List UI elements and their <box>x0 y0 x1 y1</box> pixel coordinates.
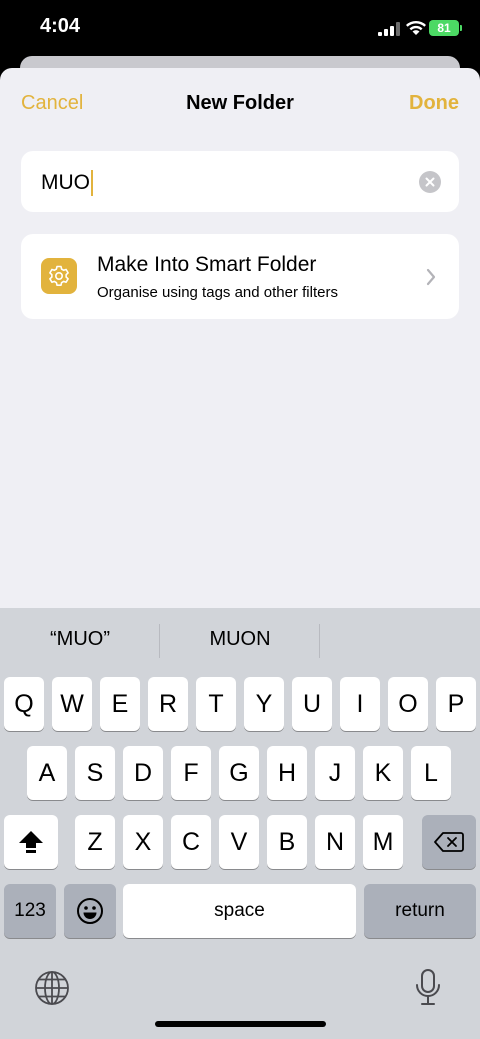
key-r[interactable]: R <box>148 677 188 731</box>
emoji-icon[interactable] <box>64 884 116 938</box>
key-m[interactable]: M <box>363 815 403 869</box>
suggestion-2[interactable]: MUON <box>160 628 320 651</box>
smart-folder-subtitle: Organise using tags and other filters <box>97 284 338 301</box>
key-a[interactable]: A <box>27 746 67 800</box>
key-x[interactable]: X <box>123 815 163 869</box>
gear-icon <box>41 258 77 294</box>
key-y[interactable]: Y <box>244 677 284 731</box>
key-k[interactable]: K <box>363 746 403 800</box>
key-b[interactable]: B <box>267 815 307 869</box>
key-f[interactable]: F <box>171 746 211 800</box>
page-title: New Folder <box>186 92 294 114</box>
key-t[interactable]: T <box>196 677 236 731</box>
chevron-right-icon <box>426 268 436 286</box>
folder-name-value: MUO <box>41 171 90 194</box>
delete-icon[interactable] <box>422 815 476 869</box>
key-q[interactable]: Q <box>4 677 44 731</box>
folder-name-field[interactable]: MUO <box>21 151 459 212</box>
smart-folder-title: Make Into Smart Folder <box>97 253 317 276</box>
wifi-icon <box>406 21 426 35</box>
text-caret <box>91 170 93 196</box>
key-h[interactable]: H <box>267 746 307 800</box>
key-d[interactable]: D <box>123 746 163 800</box>
key-s[interactable]: S <box>75 746 115 800</box>
shift-icon[interactable] <box>4 815 58 869</box>
clear-icon[interactable] <box>419 171 441 193</box>
suggestion-divider <box>319 624 320 658</box>
key-l[interactable]: L <box>411 746 451 800</box>
key-j[interactable]: J <box>315 746 355 800</box>
key-p[interactable]: P <box>436 677 476 731</box>
key-g[interactable]: G <box>219 746 259 800</box>
battery-icon: 81 <box>429 20 462 36</box>
key-v[interactable]: V <box>219 815 259 869</box>
make-smart-folder-row[interactable]: Make Into Smart Folder Organise using ta… <box>21 234 459 319</box>
key-u[interactable]: U <box>292 677 332 731</box>
key-o[interactable]: O <box>388 677 428 731</box>
keyboard: “MUO” MUON Q W E R T Y U I O P A S D F G… <box>0 608 480 1039</box>
key-e[interactable]: E <box>100 677 140 731</box>
key-z[interactable]: Z <box>75 815 115 869</box>
signal-icon <box>378 22 400 36</box>
status-bar: 4:04 81 <box>0 0 480 56</box>
microphone-icon[interactable] <box>414 968 442 1008</box>
home-indicator[interactable] <box>155 1021 326 1027</box>
key-i[interactable]: I <box>340 677 380 731</box>
suggestion-1[interactable]: “MUO” <box>0 628 160 651</box>
key-c[interactable]: C <box>171 815 211 869</box>
return-key[interactable]: return <box>364 884 476 938</box>
globe-icon[interactable] <box>34 970 70 1006</box>
key-w[interactable]: W <box>52 677 92 731</box>
done-button[interactable]: Done <box>409 92 459 115</box>
space-key[interactable]: space <box>123 884 356 938</box>
status-time: 4:04 <box>40 15 81 37</box>
key-n[interactable]: N <box>315 815 355 869</box>
numbers-key[interactable]: 123 <box>4 884 56 938</box>
